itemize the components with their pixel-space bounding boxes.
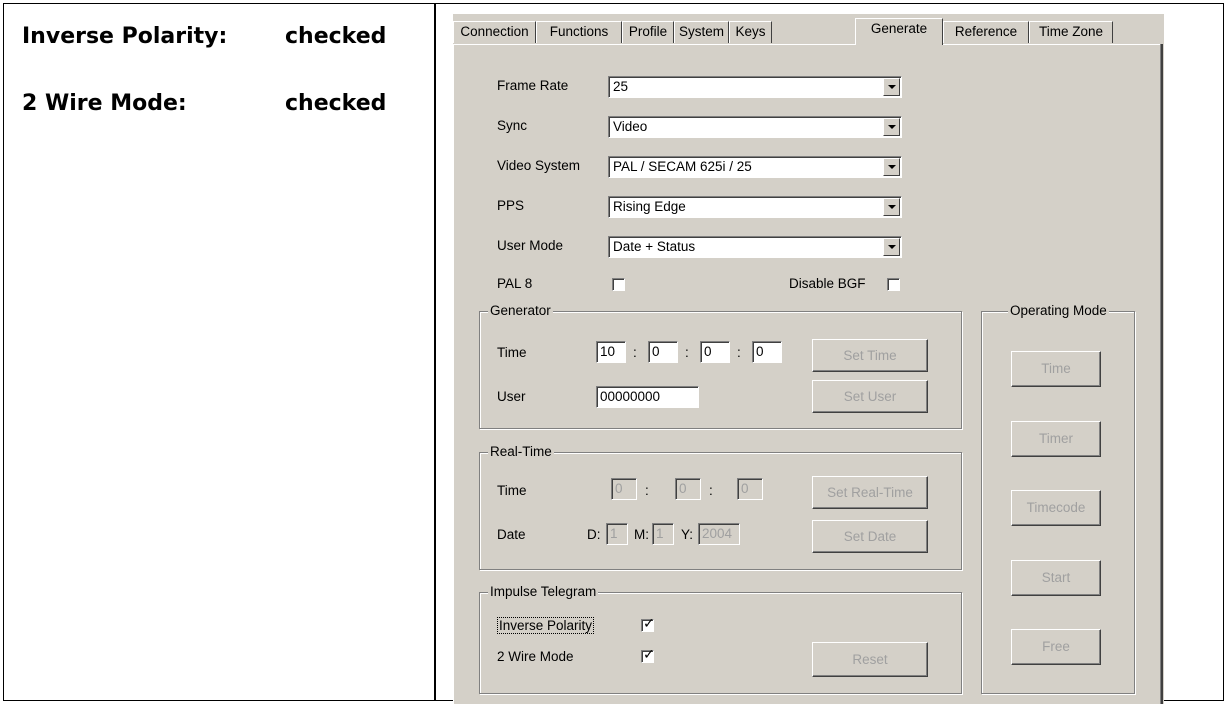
doc-inverse-polarity-label: Inverse Polarity: xyxy=(22,24,228,49)
page-edge-right xyxy=(1160,44,1163,704)
pps-select[interactable]: Rising Edge xyxy=(608,196,902,218)
generator-user-label: User xyxy=(497,389,526,404)
chevron-down-icon[interactable] xyxy=(883,118,900,136)
chevron-down-icon[interactable] xyxy=(883,238,900,256)
table-divider xyxy=(434,3,436,701)
page-edge-left xyxy=(453,44,454,704)
frame-rate-label: Frame Rate xyxy=(497,78,569,93)
set-date-button[interactable]: Set Date xyxy=(812,520,928,553)
impulse-telegram-group-title: Impulse Telegram xyxy=(488,584,599,599)
pal8-checkbox[interactable] xyxy=(612,278,625,291)
inverse-polarity-checkbox[interactable]: ✓ xyxy=(641,616,655,632)
realtime-seconds-field[interactable]: 0 xyxy=(737,478,763,500)
user-mode-label: User Mode xyxy=(497,238,564,253)
real-time-group-title: Real-Time xyxy=(488,444,554,459)
user-mode-value: Date + Status xyxy=(613,239,696,254)
time-separator: : xyxy=(685,345,689,360)
doc-inverse-polarity-value: checked xyxy=(285,24,387,49)
tab-functions[interactable]: Functions xyxy=(536,21,622,43)
doc-two-wire-value: checked xyxy=(285,91,387,116)
video-system-value: PAL / SECAM 625i / 25 xyxy=(613,159,752,174)
sync-select[interactable]: Video xyxy=(608,116,902,138)
realtime-time-label: Time xyxy=(497,483,527,498)
user-mode-select[interactable]: Date + Status xyxy=(608,236,902,258)
disable-bgf-checkbox[interactable] xyxy=(887,278,900,291)
sync-value: Video xyxy=(613,119,648,134)
generator-hours-field[interactable]: 10 xyxy=(596,341,626,363)
pps-label: PPS xyxy=(497,198,525,213)
frame-rate-select[interactable]: 25 xyxy=(608,76,902,98)
realtime-minutes-field[interactable]: 0 xyxy=(675,478,701,500)
generator-user-field[interactable]: 00000000 xyxy=(596,386,699,408)
tab-system[interactable]: System xyxy=(674,21,729,43)
chevron-down-icon[interactable] xyxy=(883,78,900,96)
generator-seconds-field[interactable]: 0 xyxy=(700,341,730,363)
generate-dialog: Connection Functions Profile System Keys… xyxy=(453,14,1164,704)
set-time-button[interactable]: Set Time xyxy=(812,339,928,372)
set-user-button[interactable]: Set User xyxy=(812,380,928,413)
sync-label: Sync xyxy=(497,118,528,133)
frame-rate-value: 25 xyxy=(613,79,629,94)
year-field[interactable]: 2004 xyxy=(698,523,740,545)
disable-bgf-label: Disable BGF xyxy=(789,276,866,291)
generator-frames-field[interactable]: 0 xyxy=(752,341,782,363)
mode-free-button[interactable]: Free xyxy=(1011,629,1101,665)
generator-minutes-field[interactable]: 0 xyxy=(648,341,678,363)
generator-group-title: Generator xyxy=(488,303,553,318)
two-wire-mode-checkbox[interactable]: ✓ xyxy=(641,647,655,663)
inverse-polarity-label: Inverse Polarity xyxy=(497,617,595,634)
pal8-label: PAL 8 xyxy=(497,276,533,291)
day-label: D: xyxy=(587,527,601,542)
doc-two-wire-label: 2 Wire Mode: xyxy=(22,91,187,116)
mode-start-button[interactable]: Start xyxy=(1011,560,1101,596)
set-real-time-button[interactable]: Set Real-Time xyxy=(812,476,928,509)
two-wire-mode-label: 2 Wire Mode xyxy=(497,649,574,664)
year-label: Y: xyxy=(681,527,694,542)
pps-value: Rising Edge xyxy=(613,199,686,214)
operating-mode-group-title: Operating Mode xyxy=(1008,303,1109,318)
realtime-hours-field[interactable]: 0 xyxy=(611,478,637,500)
day-field[interactable]: 1 xyxy=(606,523,628,545)
tab-connection[interactable]: Connection xyxy=(453,21,536,43)
time-separator: : xyxy=(645,483,649,498)
mode-timecode-button[interactable]: Timecode xyxy=(1011,490,1101,526)
checkmark-icon: ✓ xyxy=(643,616,655,632)
realtime-date-label: Date xyxy=(497,527,526,542)
video-system-label: Video System xyxy=(497,158,581,173)
tab-strip-line xyxy=(453,44,1163,45)
tab-profile[interactable]: Profile xyxy=(622,21,674,43)
time-separator: : xyxy=(709,483,713,498)
tab-reference[interactable]: Reference xyxy=(943,21,1029,43)
chevron-down-icon[interactable] xyxy=(883,198,900,216)
time-separator: : xyxy=(737,345,741,360)
tab-keys[interactable]: Keys xyxy=(729,21,772,43)
mode-time-button[interactable]: Time xyxy=(1011,351,1101,387)
time-separator: : xyxy=(633,345,637,360)
video-system-select[interactable]: PAL / SECAM 625i / 25 xyxy=(608,156,902,178)
tab-time-zone[interactable]: Time Zone xyxy=(1029,21,1113,43)
chevron-down-icon[interactable] xyxy=(883,158,900,176)
checkmark-icon: ✓ xyxy=(643,647,655,663)
month-field[interactable]: 1 xyxy=(652,523,674,545)
reset-button[interactable]: Reset xyxy=(812,642,928,677)
month-label: M: xyxy=(634,527,649,542)
generator-time-label: Time xyxy=(497,345,527,360)
tab-generate[interactable]: Generate xyxy=(855,18,943,45)
mode-timer-button[interactable]: Timer xyxy=(1011,421,1101,457)
